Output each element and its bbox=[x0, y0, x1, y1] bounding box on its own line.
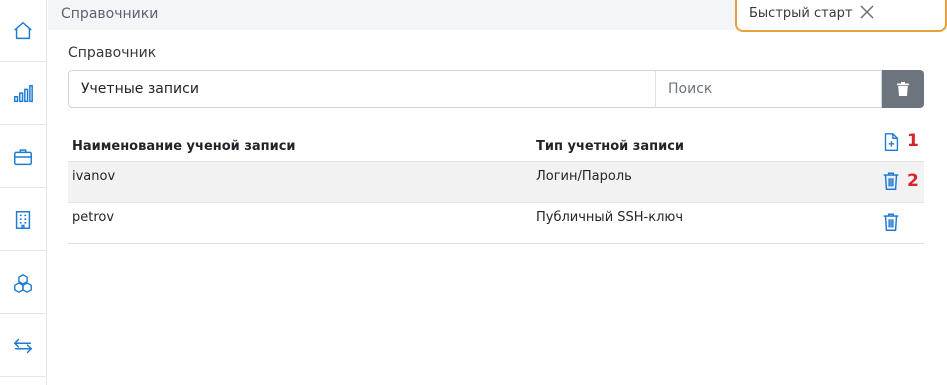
arrows-exchange-icon bbox=[14, 338, 32, 353]
accounts-table: Наименование ученой записи Тип учетной з… bbox=[68, 130, 924, 244]
sidebar-item-analytics[interactable] bbox=[0, 63, 46, 125]
add-file-icon[interactable] bbox=[880, 131, 902, 153]
briefcase-icon bbox=[14, 148, 32, 165]
dictionary-select[interactable]: Учетные записи bbox=[68, 70, 656, 108]
trash-icon bbox=[897, 82, 909, 96]
marker-add: 1 bbox=[907, 131, 919, 151]
sidebar-item-components[interactable] bbox=[0, 252, 46, 314]
table-row: ivanov Логин/Пароль 2 bbox=[68, 162, 924, 203]
search-input[interactable] bbox=[655, 70, 882, 108]
quick-start-panel[interactable]: Быстрый старт bbox=[735, 0, 947, 32]
marker-delete: 2 bbox=[907, 171, 919, 191]
home-icon bbox=[14, 21, 32, 39]
sidebar-item-organizations[interactable] bbox=[0, 189, 46, 251]
account-type: Логин/Пароль bbox=[536, 169, 632, 184]
account-name: petrov bbox=[72, 210, 115, 225]
quick-start-label: Быстрый старт bbox=[749, 5, 853, 21]
column-header-name: Наименование ученой записи bbox=[72, 139, 296, 154]
delete-row-icon[interactable] bbox=[880, 170, 902, 192]
boxes-icon bbox=[14, 273, 32, 293]
building-icon bbox=[15, 210, 31, 229]
dictionary-label: Справочник bbox=[68, 45, 157, 61]
page-title: Справочники bbox=[61, 6, 159, 22]
sidebar bbox=[0, 0, 47, 385]
dictionary-selected-value: Учетные записи bbox=[81, 81, 199, 97]
account-type: Публичный SSH-ключ bbox=[536, 210, 684, 225]
main-content: Справочники Справочник Учетные записи На… bbox=[48, 0, 947, 385]
sidebar-item-portfolio[interactable] bbox=[0, 126, 46, 188]
bar-chart-icon bbox=[14, 84, 33, 102]
column-header-type: Тип учетной записи bbox=[536, 139, 685, 154]
clear-search-button[interactable] bbox=[882, 70, 924, 108]
sidebar-item-exchange[interactable] bbox=[0, 315, 46, 377]
delete-row-icon[interactable] bbox=[880, 211, 902, 233]
sidebar-item-home[interactable] bbox=[0, 0, 46, 62]
close-icon[interactable] bbox=[858, 3, 876, 21]
account-name: ivanov bbox=[72, 169, 116, 184]
table-row: petrov Публичный SSH-ключ bbox=[68, 203, 924, 244]
table-header: Наименование ученой записи Тип учетной з… bbox=[68, 130, 924, 162]
